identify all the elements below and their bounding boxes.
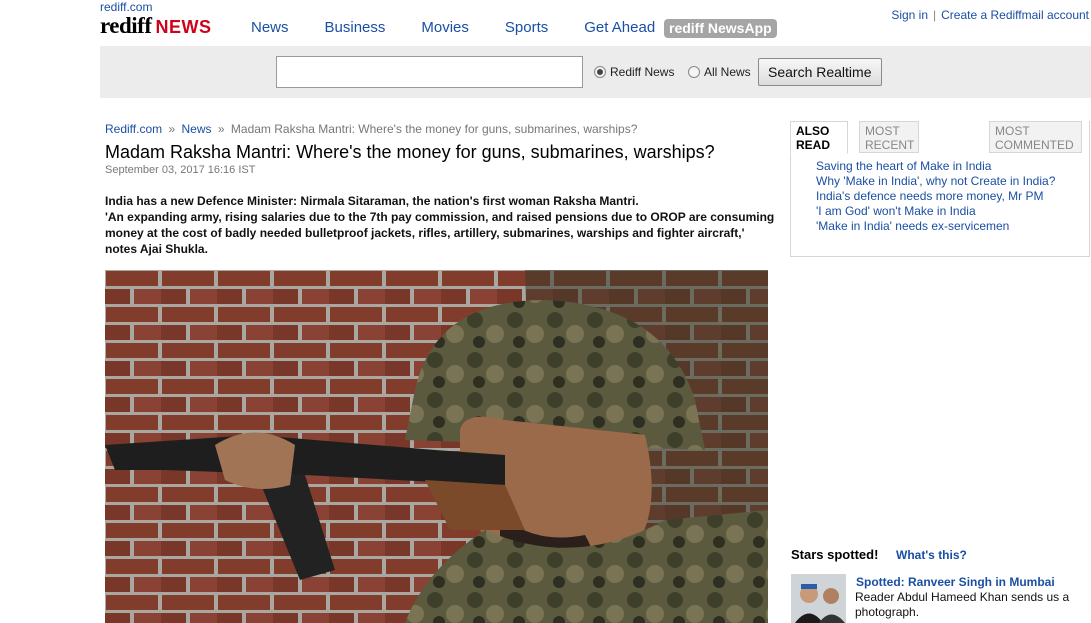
radio-rediff-news-label: Rediff News — [610, 65, 675, 79]
radio-rediff-news-button[interactable] — [594, 66, 606, 78]
tab-also-read-line1: ALSO — [796, 124, 830, 138]
site-link[interactable]: rediff.com — [100, 0, 152, 14]
nav-business[interactable]: Business — [325, 19, 386, 36]
tab-most-commented-line2: COMMENTED — [995, 138, 1074, 152]
radio-all-news-label: All News — [704, 65, 751, 79]
stars-headline-link[interactable]: Spotted: Ranveer Singh in Mumbai — [856, 575, 1055, 589]
account-separator: | — [933, 8, 937, 22]
tab-also-read[interactable]: ALSO READ — [790, 121, 848, 154]
newsapp-badge[interactable]: rediff NewsApp — [664, 19, 777, 38]
breadcrumb-home[interactable]: Rediff.com — [105, 122, 162, 136]
also-read-list: Saving the heart of Make in India Why 'M… — [816, 159, 1055, 234]
stars-thumbnail[interactable] — [791, 574, 846, 623]
create-account-link[interactable]: Create a Rediffmail account — [941, 8, 1089, 22]
stars-spotted-title: Stars spotted! — [791, 547, 879, 562]
article-headline: Madam Raksha Mantri: Where's the money f… — [105, 142, 715, 162]
also-read-link[interactable]: Saving the heart of Make in India — [816, 159, 1055, 174]
article-date: September 03, 2017 16:16 IST — [105, 164, 256, 176]
top-nav: News Business Movies Sports Get Ahead — [251, 19, 691, 36]
sidebar-tabs: ALSO READ MOST RECENT MOST COMMENTED Sav… — [790, 121, 1090, 257]
radio-all-news-button[interactable] — [688, 66, 700, 78]
article-intro: India has a new Defence Minister: Nirmal… — [105, 193, 777, 257]
tab-most-recent-line1: MOST — [865, 124, 900, 138]
search-input[interactable] — [276, 56, 583, 88]
nav-movies[interactable]: Movies — [421, 19, 469, 36]
intro-line-2: 'An expanding army, rising salaries due … — [105, 210, 775, 256]
stars-description: Reader Abdul Hameed Khan sends us a phot… — [855, 590, 1070, 619]
tab-most-recent-line2: RECENT — [865, 138, 915, 152]
tab-also-read-line2: READ — [796, 138, 831, 152]
search-realtime-button[interactable]: Search Realtime — [758, 58, 882, 86]
sign-in-link[interactable]: Sign in — [891, 8, 928, 22]
whats-this-link[interactable]: What's this? — [896, 548, 967, 562]
also-read-link[interactable]: Why 'Make in India', why not Create in I… — [816, 174, 1055, 189]
soldier-photo-illustration — [105, 270, 768, 623]
tab-most-commented-line1: MOST — [995, 124, 1030, 138]
intro-line-1: India has a new Defence Minister: Nirmal… — [105, 194, 639, 208]
nav-sports[interactable]: Sports — [505, 19, 548, 36]
breadcrumb-sep: » — [217, 122, 225, 136]
nav-get-ahead[interactable]: Get Ahead — [584, 19, 655, 36]
radio-all-news[interactable]: All News — [688, 65, 751, 79]
tab-most-commented[interactable]: MOST COMMENTED — [989, 121, 1082, 153]
radio-rediff-news[interactable]: Rediff News — [594, 65, 674, 79]
breadcrumb-sep: » — [168, 122, 176, 136]
tab-most-recent[interactable]: MOST RECENT — [859, 121, 919, 153]
logo-news: NEWS — [155, 17, 212, 37]
nav-news[interactable]: News — [251, 19, 289, 36]
also-read-link[interactable]: 'I am God' won't Make in India — [816, 204, 1055, 219]
search-bar: Rediff News All News Search Realtime — [100, 46, 1091, 98]
article-photo — [105, 270, 768, 623]
breadcrumb: Rediff.com » News » Madam Raksha Mantri:… — [105, 122, 637, 136]
also-read-link[interactable]: 'Make in India' needs ex-servicemen — [816, 219, 1055, 234]
rediff-logo[interactable]: rediff NEWS — [100, 14, 212, 39]
logo-main: rediff — [100, 13, 152, 38]
account-links: Sign in | Create a Rediffmail account — [891, 8, 1089, 22]
also-read-link[interactable]: India's defence needs more money, Mr PM — [816, 189, 1055, 204]
breadcrumb-news[interactable]: News — [182, 122, 212, 136]
breadcrumb-current: Madam Raksha Mantri: Where's the money f… — [230, 122, 638, 136]
stars-photo-illustration — [791, 574, 846, 623]
